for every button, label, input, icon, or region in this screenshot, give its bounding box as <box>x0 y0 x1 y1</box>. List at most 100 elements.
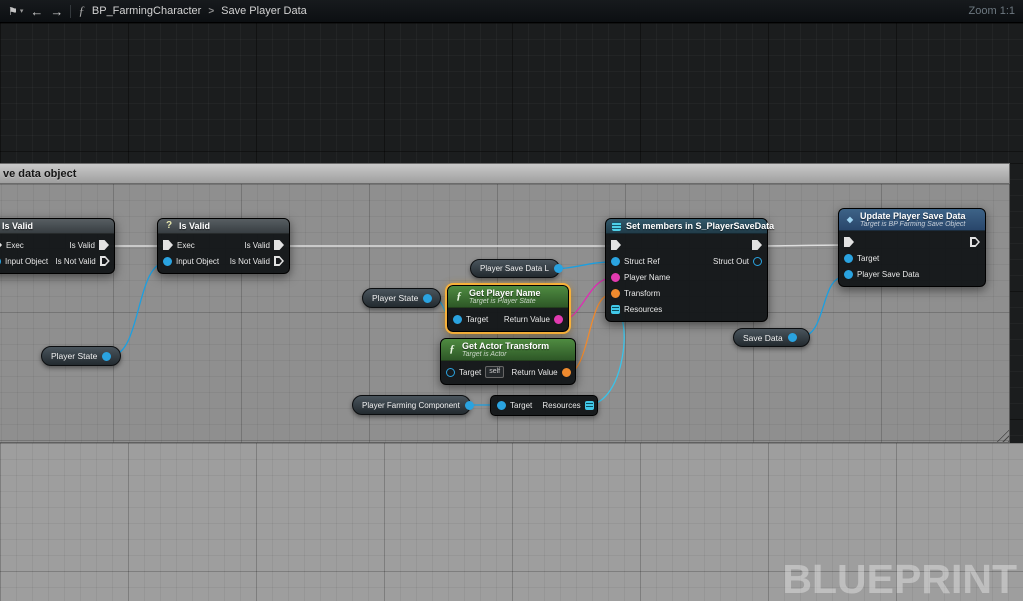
exec-out-pin[interactable] <box>274 240 284 250</box>
blueprint-editor: ⚑▾ ← → ƒ BP_FarmingCharacter > Save Play… <box>0 0 1023 601</box>
node-set-members[interactable]: Set members in S_PlayerSaveData Struct R… <box>605 218 768 322</box>
pin-label: Is Not Valid <box>55 257 95 266</box>
target-pin[interactable] <box>446 368 455 377</box>
pin-label: Struct Ref <box>624 257 660 266</box>
variable-label: Player Save Data L <box>480 264 549 273</box>
variable-node-player-state[interactable]: Player State <box>41 346 121 366</box>
pin-label: Target <box>466 315 488 324</box>
blueprint-graph[interactable]: ve data object BLUEPRINT Is Valid <box>0 23 1023 601</box>
variable-label: Player Farming Component <box>362 401 460 410</box>
return-value-pin[interactable] <box>562 368 571 377</box>
output-pin[interactable] <box>465 401 474 410</box>
pin-label: Is Valid <box>69 241 95 250</box>
variable-node-player-save-data[interactable]: Player Save Data L <box>470 259 560 278</box>
exec-out-pin[interactable] <box>99 240 109 250</box>
variable-node-save-data[interactable]: Save Data <box>733 328 810 347</box>
self-reference-badge: self <box>485 366 504 378</box>
pin-label: Exec <box>177 241 195 250</box>
node-header: ? Is Valid <box>158 219 289 234</box>
node-header: Is Valid <box>0 219 114 234</box>
node-title: Get Actor Transform <box>462 341 549 351</box>
target-pin[interactable] <box>497 401 506 410</box>
comment-title[interactable]: ve data object <box>0 163 1010 184</box>
pin-label: Target <box>857 254 879 263</box>
comment-title-text: ve data object <box>3 168 76 180</box>
variable-label: Save Data <box>743 333 783 343</box>
function-call-icon: ◆ <box>845 216 855 224</box>
graph-background-bottom[interactable] <box>0 443 1023 601</box>
exec-in-pin[interactable] <box>611 240 621 250</box>
struct-icon <box>612 222 621 231</box>
node-header: Set members in S_PlayerSaveData <box>606 219 767 234</box>
return-value-pin[interactable] <box>554 315 563 324</box>
node-title: Get Player Name <box>469 288 541 298</box>
graph-toolbar: ⚑▾ ← → ƒ BP_FarmingCharacter > Save Play… <box>0 0 1023 23</box>
exec-in-pin[interactable] <box>844 237 854 247</box>
function-icon: ƒ <box>78 3 85 19</box>
zoom-level: Zoom 1:1 <box>969 5 1015 17</box>
resources-pin[interactable] <box>611 305 620 314</box>
node-header: ƒ Get Actor Transform Target is Actor <box>441 339 575 361</box>
exec-out-pin[interactable] <box>274 256 284 266</box>
output-pin[interactable] <box>554 264 563 273</box>
breadcrumb-separator-icon: > <box>208 6 214 17</box>
exec-in-pin[interactable] <box>163 240 173 250</box>
breadcrumb-current[interactable]: Save Player Data <box>221 5 307 17</box>
back-button[interactable]: ← <box>30 5 43 18</box>
pin-label: Target <box>510 401 532 410</box>
toolbar-divider <box>70 5 71 18</box>
pin-label: Resources <box>542 401 580 410</box>
node-get-resources[interactable]: Target Resources <box>490 395 598 416</box>
pin-label: Input Object <box>5 257 48 266</box>
pin-label: Player Save Data <box>857 270 919 279</box>
node-title: Is Valid <box>0 221 33 231</box>
bookmark-button[interactable]: ⚑▾ <box>8 5 23 18</box>
exec-out-pin[interactable] <box>752 240 762 250</box>
node-get-actor-transform[interactable]: ƒ Get Actor Transform Target is Actor Ta… <box>440 338 576 385</box>
input-object-pin[interactable] <box>163 257 172 266</box>
variable-node-player-state[interactable]: Player State <box>362 288 441 308</box>
pin-label: Input Object <box>176 257 219 266</box>
output-pin[interactable] <box>423 294 432 303</box>
exec-out-pin[interactable] <box>100 256 110 266</box>
bookmark-icon: ⚑ <box>8 5 18 18</box>
node-header: ƒ Get Player Name Target is Player State <box>448 286 568 308</box>
output-pin[interactable] <box>788 333 797 342</box>
pin-label: Is Valid <box>244 241 270 250</box>
target-pin[interactable] <box>844 254 853 263</box>
node-is-valid[interactable]: ? Is Valid Exec Is Valid Input Object Is… <box>157 218 290 274</box>
output-pin[interactable] <box>102 352 111 361</box>
exec-out-pin[interactable] <box>970 237 980 247</box>
struct-out-pin[interactable] <box>753 257 762 266</box>
input-object-pin[interactable] <box>0 257 1 266</box>
pin-label: Exec <box>6 241 24 250</box>
function-icon: ƒ <box>447 344 457 355</box>
player-name-pin[interactable] <box>611 273 620 282</box>
struct-ref-pin[interactable] <box>611 257 620 266</box>
node-title: Update Player Save Data <box>860 211 966 221</box>
node-get-player-name[interactable]: ƒ Get Player Name Target is Player State… <box>447 285 569 332</box>
node-subtitle: Target is BP Farming Save Object <box>860 221 966 228</box>
breadcrumb-root[interactable]: BP_FarmingCharacter <box>92 5 201 17</box>
exec-in-pin[interactable] <box>0 240 2 250</box>
variable-node-player-farming-component[interactable]: Player Farming Component <box>352 395 471 415</box>
node-title: Is Valid <box>179 221 210 231</box>
node-is-valid-left[interactable]: Is Valid Exec Is Valid Input Object Is N… <box>0 218 115 274</box>
node-update-player-save-data[interactable]: ◆ Update Player Save Data Target is BP F… <box>838 208 986 287</box>
function-icon: ƒ <box>454 291 464 302</box>
pin-label: Is Not Valid <box>230 257 270 266</box>
graph-background-top[interactable] <box>0 23 1023 163</box>
variable-label: Player State <box>372 293 418 303</box>
variable-label: Player State <box>51 351 97 361</box>
pin-label: Player Name <box>624 273 670 282</box>
node-subtitle: Target is Player State <box>469 298 541 305</box>
forward-button[interactable]: → <box>50 5 63 18</box>
target-pin[interactable] <box>453 315 462 324</box>
pin-label: Transform <box>624 289 660 298</box>
pin-label: Return Value <box>512 368 558 377</box>
resources-out-pin[interactable] <box>585 401 594 410</box>
transform-pin[interactable] <box>611 289 620 298</box>
node-header: ◆ Update Player Save Data Target is BP F… <box>839 209 985 231</box>
player-save-data-pin[interactable] <box>844 270 853 279</box>
node-title: Set members in S_PlayerSaveData <box>626 221 774 231</box>
